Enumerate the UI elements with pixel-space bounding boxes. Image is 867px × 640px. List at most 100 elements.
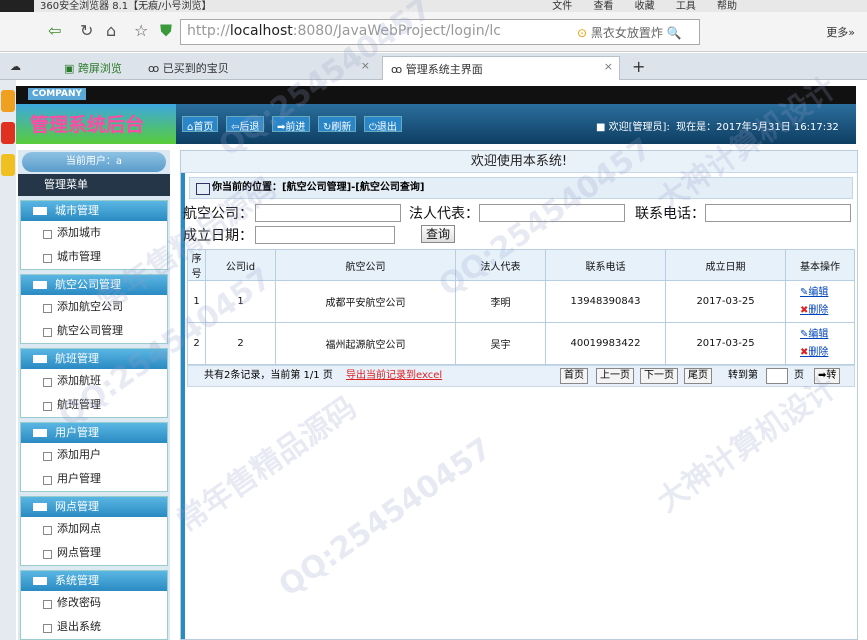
sidebar-item-logout[interactable]: 退出系统 xyxy=(21,615,167,639)
nav-forward-button[interactable]: ➡前进 xyxy=(272,116,311,133)
company-input[interactable] xyxy=(255,204,401,222)
welcome-user: 欢迎[管理员]: xyxy=(608,122,670,133)
column-header: 序号 xyxy=(187,249,206,281)
url-path: :8080/JavaWebProject/login/lc xyxy=(292,23,501,39)
sidebar-item-manage-user[interactable]: 用户管理 xyxy=(21,467,167,491)
menu-title-text: 管理菜单 xyxy=(44,178,88,191)
first-page-button[interactable]: 首页 xyxy=(560,368,588,384)
sidebar-item-manage-flight[interactable]: 航班管理 xyxy=(21,393,167,417)
section-header-user[interactable]: 用户管理 xyxy=(21,423,167,443)
sidebar-item-add-city[interactable]: 添加城市 xyxy=(21,221,167,245)
company-label: COMPANY xyxy=(28,88,86,100)
phone-input[interactable] xyxy=(705,204,851,222)
browser-title-bar: 360安全浏览器 8.1【无痕/小号浏览】 文件 查看 收藏 工具 帮助 xyxy=(0,0,867,12)
star-icon[interactable]: ☆ xyxy=(134,21,148,40)
tab-label: 跨屏浏览 xyxy=(77,62,122,75)
delete-link[interactable]: ✖删除 xyxy=(800,344,854,362)
sidebar-item-manage-city[interactable]: 城市管理 xyxy=(21,245,167,269)
menu-tools[interactable]: 工具 xyxy=(676,1,696,12)
section-header-city[interactable]: 城市管理 xyxy=(21,201,167,221)
side-app-icon[interactable] xyxy=(1,90,15,112)
side-app-icon[interactable] xyxy=(1,154,15,176)
next-page-button[interactable]: 下一页 xyxy=(640,368,678,384)
tab-admin-main[interactable]: ꝏ 管理系统主界面 × xyxy=(382,56,620,80)
last-page-button[interactable]: 尾页 xyxy=(684,368,712,384)
edit-link[interactable]: ✎编辑 xyxy=(800,284,854,302)
main-content: 欢迎使用本系统! 你当前的位置：[航空公司管理]-[航空公司查询] 航空公司： … xyxy=(180,150,858,640)
section-system: 系统管理 修改密码 退出系统 xyxy=(20,570,168,640)
go-button[interactable]: ➡转 xyxy=(814,368,841,384)
sidebar-item-add-airline[interactable]: 添加航空公司 xyxy=(21,295,167,319)
sidebar-item-add-outlet[interactable]: 添加网点 xyxy=(21,517,167,541)
tab-label: 已买到的宝贝 xyxy=(162,62,229,75)
column-header: 成立日期 xyxy=(665,249,786,281)
sidebar-item-manage-airline[interactable]: 航空公司管理 xyxy=(21,319,167,343)
home-icon[interactable]: ⌂ xyxy=(106,21,116,40)
page-input[interactable] xyxy=(766,368,788,384)
app-header: COMPANY 管理系统后台 ⌂首页 ⇦后退 ➡前进 ↻刷新 ⏻退出 ■ 欢迎[… xyxy=(16,86,856,144)
sidebar-item-change-password[interactable]: 修改密码 xyxy=(21,591,167,615)
menu-help[interactable]: 帮助 xyxy=(717,1,737,12)
browser-side-strip xyxy=(0,80,16,640)
cell-no: 2 xyxy=(187,322,206,365)
company-label: 航空公司： xyxy=(183,206,253,222)
search-text: 黑衣女放置炸 xyxy=(590,26,663,40)
close-icon[interactable]: × xyxy=(604,60,613,73)
table-header: 序号 公司id 航空公司 法人代表 联系电话 成立日期 基本操作 xyxy=(187,249,855,281)
section-flight: 航班管理 添加航班 航班管理 xyxy=(20,348,168,418)
delete-link[interactable]: ✖删除 xyxy=(800,302,854,320)
url-input[interactable]: http://localhost:8080/JavaWebProject/log… xyxy=(180,19,700,45)
section-header-airline[interactable]: 航空公司管理 xyxy=(21,275,167,295)
nav-refresh-button[interactable]: ↻刷新 xyxy=(318,116,357,133)
menu-title: 管理菜单 xyxy=(18,174,170,196)
section-header-flight[interactable]: 航班管理 xyxy=(21,349,167,369)
legal-label: 法人代表： xyxy=(409,206,479,222)
browser-menu[interactable]: 文件 查看 收藏 工具 帮助 xyxy=(552,0,737,12)
more-button[interactable]: 更多» xyxy=(826,24,855,40)
section-header-system[interactable]: 系统管理 xyxy=(21,571,167,591)
nav-logout-button[interactable]: ⏻退出 xyxy=(364,116,402,133)
legal-input[interactable] xyxy=(479,204,625,222)
sidebar: 当前用户：a 管理菜单 城市管理 添加城市 城市管理 航空公司管理 添加航空公司… xyxy=(18,150,170,640)
tab-cross-screen[interactable]: ▣ 跨屏浏览 xyxy=(56,56,130,80)
sidebar-item-add-flight[interactable]: 添加航班 xyxy=(21,369,167,393)
sidebar-item-manage-outlet[interactable]: 网点管理 xyxy=(21,541,167,565)
search-box[interactable]: ⊙ 黑衣女放置炸 🔍 xyxy=(577,24,682,41)
date-input[interactable] xyxy=(255,226,395,244)
nav-home-button[interactable]: ⌂首页 xyxy=(182,116,219,133)
export-excel-link[interactable]: 导出当前记录到excel xyxy=(346,370,442,381)
menu-favorites[interactable]: 收藏 xyxy=(635,1,655,12)
breadcrumb: 你当前的位置：[航空公司管理]-[航空公司查询] xyxy=(189,177,853,199)
welcome-status: ■ 欢迎[管理员]: 现在是：2017年5月31日 16:17:32 xyxy=(596,122,839,133)
nav-label: 刷新 xyxy=(331,122,352,133)
side-app-icon[interactable] xyxy=(1,122,15,144)
back-icon[interactable]: ⇦ xyxy=(48,21,61,40)
cell-legal: 李明 xyxy=(455,280,546,323)
section-header-outlet[interactable]: 网点管理 xyxy=(21,497,167,517)
tab-purchased[interactable]: ꝏ 已买到的宝贝 × xyxy=(140,56,376,80)
column-header: 公司id xyxy=(205,249,276,281)
prev-page-button[interactable]: 上一页 xyxy=(596,368,634,384)
reload-icon[interactable]: ↻ xyxy=(80,21,93,40)
url-text: http://localhost:8080/JavaWebProject/log… xyxy=(187,23,501,39)
query-button[interactable]: 查询 xyxy=(421,225,455,243)
edit-link[interactable]: ✎编辑 xyxy=(800,326,854,344)
menu-file[interactable]: 文件 xyxy=(552,1,572,12)
menu-view[interactable]: 查看 xyxy=(593,1,613,12)
new-tab-button[interactable]: + xyxy=(624,53,653,77)
table-row: 1 1 成都平安航空公司 李明 13948390843 2017-03-25 ✎… xyxy=(187,280,855,323)
cell-date: 2017-03-25 xyxy=(665,322,786,365)
top-navbar: ⌂首页 ⇦后退 ➡前进 ↻刷新 ⏻退出 ■ 欢迎[管理员]: 现在是：2017年… xyxy=(176,104,856,144)
brand-title: 管理系统后台 xyxy=(30,114,145,136)
tab-bar: ☁ ▣ 跨屏浏览 ꝏ 已买到的宝贝 × ꝏ 管理系统主界面 × + xyxy=(0,53,867,80)
nav-label: 首页 xyxy=(193,122,214,133)
section-airline: 航空公司管理 添加航空公司 航空公司管理 xyxy=(20,274,168,344)
column-header: 联系电话 xyxy=(545,249,666,281)
sidebar-item-add-user[interactable]: 添加用户 xyxy=(21,443,167,467)
nav-back-button[interactable]: ⇦后退 xyxy=(226,116,265,133)
close-icon[interactable]: × xyxy=(361,59,370,72)
column-header: 基本操作 xyxy=(785,249,855,281)
sidebar-toggle-icon[interactable]: ☁ xyxy=(2,56,29,80)
current-user: 当前用户：a xyxy=(22,152,166,172)
content-frame: 你当前的位置：[航空公司管理]-[航空公司查询] 航空公司： 法人代表： 联系电… xyxy=(181,173,857,639)
